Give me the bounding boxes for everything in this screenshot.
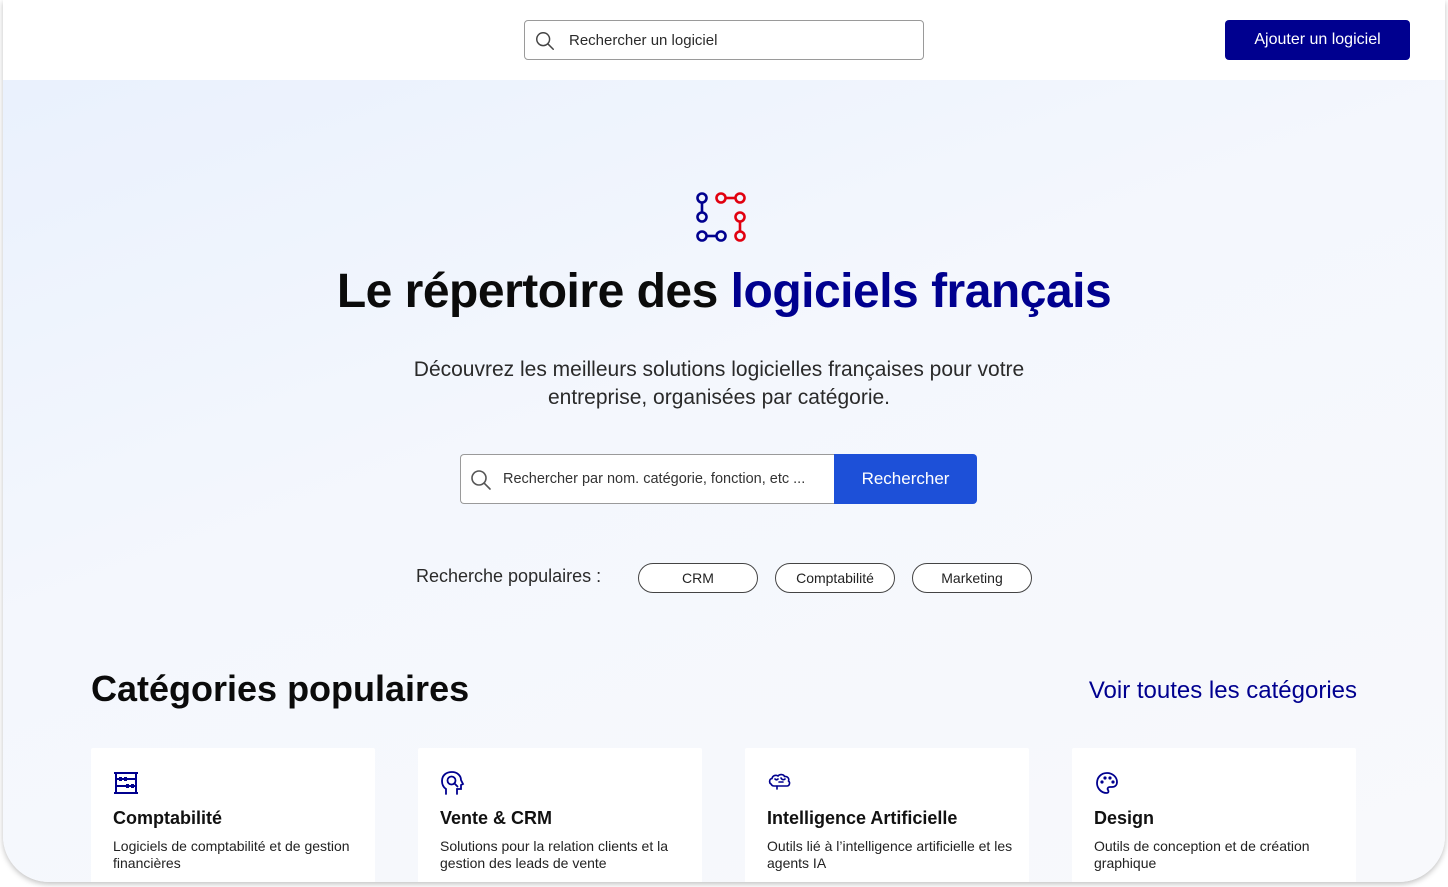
categories-section-title: Catégories populaires	[91, 668, 470, 709]
hero-title-plain: Le répertoire des	[336, 265, 731, 318]
header-search-box[interactable]	[524, 20, 924, 60]
category-description: Outils de conception et de création grap…	[1094, 838, 1310, 871]
category-name: Design	[1094, 808, 1155, 828]
popular-chip-marketing[interactable]: Marketing	[912, 563, 1032, 593]
palette-icon	[1096, 772, 1118, 794]
site-logo-icon	[696, 192, 746, 242]
see-all-categories-link[interactable]: Voir toutes les catégories	[1089, 677, 1357, 705]
category-description: Outils lié à l’intelligence artificielle…	[767, 838, 1013, 871]
search-icon	[536, 32, 554, 50]
hero-subtitle: Découvrez les meilleurs solutions logici…	[413, 358, 1025, 409]
brain-icon	[768, 773, 791, 790]
category-name: Comptabilité	[113, 808, 223, 828]
hero-title: Le répertoire des logiciels français	[3, 264, 1445, 319]
category-card-design[interactable]: Design Outils de conception et de créati…	[1072, 748, 1356, 882]
popular-searches-label: Recherche populaires :	[416, 566, 602, 586]
popular-chip-crm[interactable]: CRM	[638, 563, 758, 593]
hero-title-accent: logiciels français	[730, 265, 1112, 318]
category-card-comptabilite[interactable]: Comptabilité Logiciels de comptabilité e…	[91, 748, 375, 882]
category-name: Vente & CRM	[440, 808, 553, 828]
category-card-vente-crm[interactable]: Vente & CRM Solutions pour la relation c…	[418, 748, 702, 882]
popular-chip-comptabilite[interactable]: Comptabilité	[775, 563, 895, 593]
add-software-button[interactable]: Ajouter un logiciel	[1225, 20, 1410, 60]
main-search-box[interactable]	[460, 454, 834, 504]
category-card-intelligence-artificielle[interactable]: Intelligence Artificielle Outils lié à l…	[745, 748, 1029, 882]
main-search-input[interactable]	[503, 455, 831, 503]
customer-search-icon	[441, 771, 465, 795]
search-button[interactable]: Rechercher	[834, 454, 977, 504]
abacus-icon	[114, 772, 138, 794]
app-window: Ajouter un logiciel Le répertoire des lo…	[3, 0, 1445, 882]
category-description: Solutions pour la relation clients et la…	[440, 838, 669, 871]
header-search-input[interactable]	[569, 21, 909, 59]
search-icon	[471, 470, 491, 490]
category-description: Logiciels de comptabilité et de gestion …	[113, 838, 350, 871]
top-navigation-bar: Ajouter un logiciel	[3, 0, 1445, 80]
category-name: Intelligence Artificielle	[767, 808, 958, 828]
